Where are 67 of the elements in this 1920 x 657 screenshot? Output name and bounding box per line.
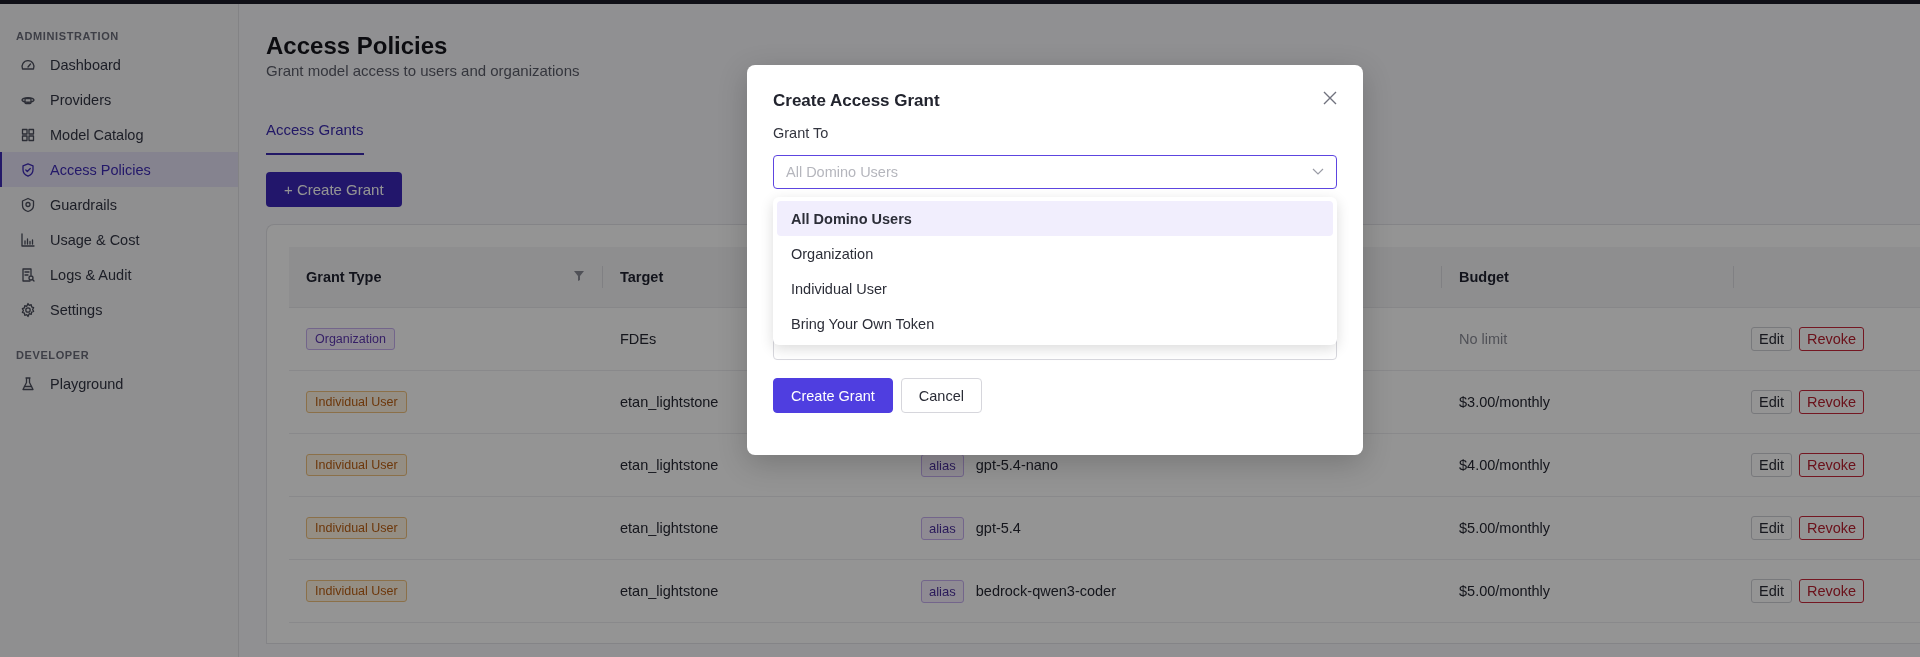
table-cell: etan_lightstone bbox=[620, 520, 719, 536]
table-cell: etan_lightstone bbox=[620, 583, 719, 599]
bar-chart-icon bbox=[20, 231, 36, 248]
column-header: Grant Type bbox=[306, 269, 382, 285]
dropdown-option[interactable]: Bring Your Own Token bbox=[777, 306, 1333, 341]
field-label: Grant To bbox=[773, 125, 830, 141]
sidebar-item[interactable]: Access Policies bbox=[0, 152, 238, 187]
grant-type-tag: Individual User bbox=[306, 391, 407, 413]
create-grant-button[interactable]: + Create Grant bbox=[266, 172, 402, 207]
grant-type-tag: Individual User bbox=[306, 454, 407, 476]
revoke-button[interactable]: Revoke bbox=[1799, 390, 1865, 414]
section-title: ADMINISTRATION bbox=[15, 30, 120, 44]
section-title: DEVELOPER bbox=[15, 349, 91, 363]
edit-button[interactable]: Edit bbox=[1751, 579, 1792, 603]
column-header: Budget bbox=[1459, 269, 1509, 285]
page-subtitle: Grant model access to users and organizations bbox=[266, 62, 581, 79]
sidebar-item[interactable]: Dashboard bbox=[0, 47, 238, 82]
grant-type-tag: Individual User bbox=[306, 517, 407, 539]
create-grant-button[interactable]: Create Grant bbox=[773, 378, 893, 413]
column-header: Target bbox=[620, 269, 664, 285]
sidebar-item[interactable]: Playground bbox=[0, 366, 238, 401]
cancel-button[interactable]: Cancel bbox=[900, 378, 982, 413]
alias-tag: alias bbox=[921, 579, 964, 603]
budget-cell: $3.00/monthly bbox=[1459, 394, 1551, 410]
revoke-button[interactable]: Revoke bbox=[1799, 327, 1865, 351]
dropdown-option[interactable]: Individual User bbox=[777, 271, 1333, 306]
grid-icon bbox=[20, 126, 36, 143]
table-cell: etan_lightstone bbox=[620, 394, 719, 410]
page-title: Access Policies bbox=[266, 32, 449, 60]
alias-tag: alias bbox=[921, 516, 964, 540]
flask-icon bbox=[20, 375, 36, 392]
edit-button[interactable]: Edit bbox=[1751, 453, 1792, 477]
sidebar-item[interactable]: Model Catalog bbox=[0, 117, 238, 152]
budget-cell: $5.00/monthly bbox=[1459, 583, 1551, 599]
budget-cell: $4.00/monthly bbox=[1459, 457, 1551, 473]
revoke-button[interactable]: Revoke bbox=[1799, 453, 1865, 477]
chevron-down-icon bbox=[1312, 168, 1324, 176]
sidebar-item[interactable]: Usage & Cost bbox=[0, 222, 238, 257]
sidebar-item[interactable]: Providers bbox=[0, 82, 238, 117]
table-cell: etan_lightstone bbox=[620, 457, 719, 473]
shield-check-icon bbox=[20, 161, 36, 178]
sidebar-item[interactable]: Settings bbox=[0, 292, 238, 327]
model-name: bedrock-qwen3-coder bbox=[975, 583, 1116, 599]
dropdown-option[interactable]: Organization bbox=[777, 236, 1333, 271]
shield-icon bbox=[20, 196, 36, 213]
budget-cell: No limit bbox=[1459, 331, 1508, 347]
table-cell: FDEs bbox=[620, 331, 657, 347]
close-icon[interactable] bbox=[1321, 89, 1339, 107]
revoke-button[interactable]: Revoke bbox=[1799, 579, 1865, 603]
grant-type-tag: Organization bbox=[306, 328, 395, 350]
budget-cell: $5.00/monthly bbox=[1459, 520, 1551, 536]
alias-tag: alias bbox=[921, 453, 964, 477]
dialog-title: Create Access Grant bbox=[773, 91, 940, 111]
edit-button[interactable]: Edit bbox=[1751, 516, 1792, 540]
sidebar-item[interactable]: Guardrails bbox=[0, 187, 238, 222]
edit-button[interactable]: Edit bbox=[1751, 327, 1792, 351]
revoke-button[interactable]: Revoke bbox=[1799, 516, 1865, 540]
gear-icon bbox=[20, 301, 36, 318]
filter-icon[interactable] bbox=[573, 270, 585, 282]
document-search-icon bbox=[20, 266, 36, 283]
sidebar-item[interactable]: Logs & Audit bbox=[0, 257, 238, 292]
dropdown-option[interactable]: All Domino Users bbox=[777, 201, 1333, 236]
model-name: gpt-5.4-nano bbox=[975, 457, 1058, 473]
tab[interactable]: Access Grants bbox=[266, 121, 364, 155]
grant-type-tag: Individual User bbox=[306, 580, 407, 602]
model-name: gpt-5.4 bbox=[975, 520, 1021, 536]
edit-button[interactable]: Edit bbox=[1751, 390, 1792, 414]
